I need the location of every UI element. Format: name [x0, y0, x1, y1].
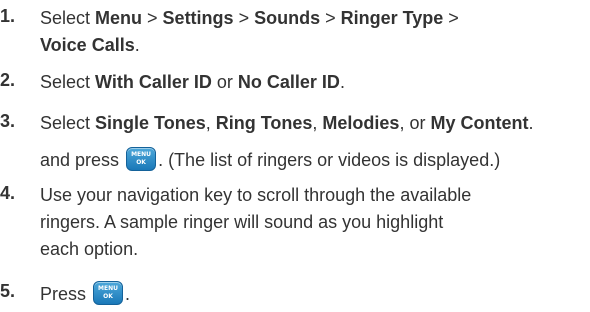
step-text: . (The list of ringers or videos is disp… — [158, 150, 501, 170]
step-line: Select Single Tones, Ring Tones, Melodie… — [40, 111, 533, 135]
step-line: and press MENU OK. (The list of ringers o… — [40, 147, 500, 171]
option-name: With Caller ID — [95, 72, 212, 92]
menu-path-item: Ringer Type — [340, 8, 444, 28]
step-text: . — [339, 72, 345, 92]
key-label-menu: MENU — [98, 285, 118, 292]
option-name: Ring Tones — [215, 113, 313, 133]
menu-path-item: Sounds — [254, 8, 321, 28]
step-text: , or — [399, 113, 431, 133]
option-name: Single Tones — [95, 113, 206, 133]
step-text: . — [125, 284, 131, 304]
key-label-ok: OK — [103, 293, 113, 300]
option-name: No Caller ID — [237, 72, 340, 92]
step-text: . — [134, 35, 140, 55]
step-text: , — [205, 113, 216, 133]
step-number: 2. — [0, 70, 16, 90]
step-number: 1. — [0, 6, 16, 26]
step-text: Select — [40, 113, 96, 133]
step-number: 5. — [0, 281, 16, 301]
step-line: each option. — [40, 237, 138, 261]
menu-path-item: Voice Calls — [40, 35, 135, 55]
step-line: Voice Calls. — [40, 33, 140, 57]
key-label-menu: MENU — [131, 151, 152, 158]
step-line: Select With Caller ID or No Caller ID. — [40, 70, 345, 94]
step-line: Select Menu > Settings > Sounds > Ringer… — [40, 6, 459, 30]
menu-path-item: Settings — [162, 8, 234, 28]
step-text: ringers. A sample ringer will sound as y… — [40, 212, 444, 232]
step-text: each option. — [40, 239, 139, 259]
menu-path-item: Menu — [95, 8, 143, 28]
menu-ok-key-icon: MENU OK — [93, 281, 124, 305]
path-separator: > — [320, 8, 341, 28]
option-name: Melodies — [322, 113, 400, 133]
step-text: Press — [40, 284, 92, 304]
step-number: 3. — [0, 111, 16, 131]
step-text: Use your navigation key to scroll throug… — [40, 185, 472, 205]
step-text: or — [211, 72, 238, 92]
path-separator: > — [142, 8, 163, 28]
step-text: , — [312, 113, 323, 133]
instruction-page: 1. Select Menu > Settings > Sounds > Rin… — [0, 0, 590, 312]
step-line: Press MENU OK. — [40, 281, 130, 305]
step-number: 4. — [0, 183, 16, 203]
step-text: . — [528, 113, 534, 133]
path-separator: > — [443, 8, 459, 28]
step-line: ringers. A sample ringer will sound as y… — [40, 210, 443, 234]
step-text: and press — [40, 150, 125, 170]
step-line: Use your navigation key to scroll throug… — [40, 183, 471, 207]
step-text: Select — [40, 72, 96, 92]
step-text: Select — [40, 8, 96, 28]
key-label-ok: OK — [136, 159, 146, 166]
option-name: My Content — [430, 113, 529, 133]
menu-ok-key-icon: MENU OK — [126, 147, 157, 171]
path-separator: > — [233, 8, 255, 28]
